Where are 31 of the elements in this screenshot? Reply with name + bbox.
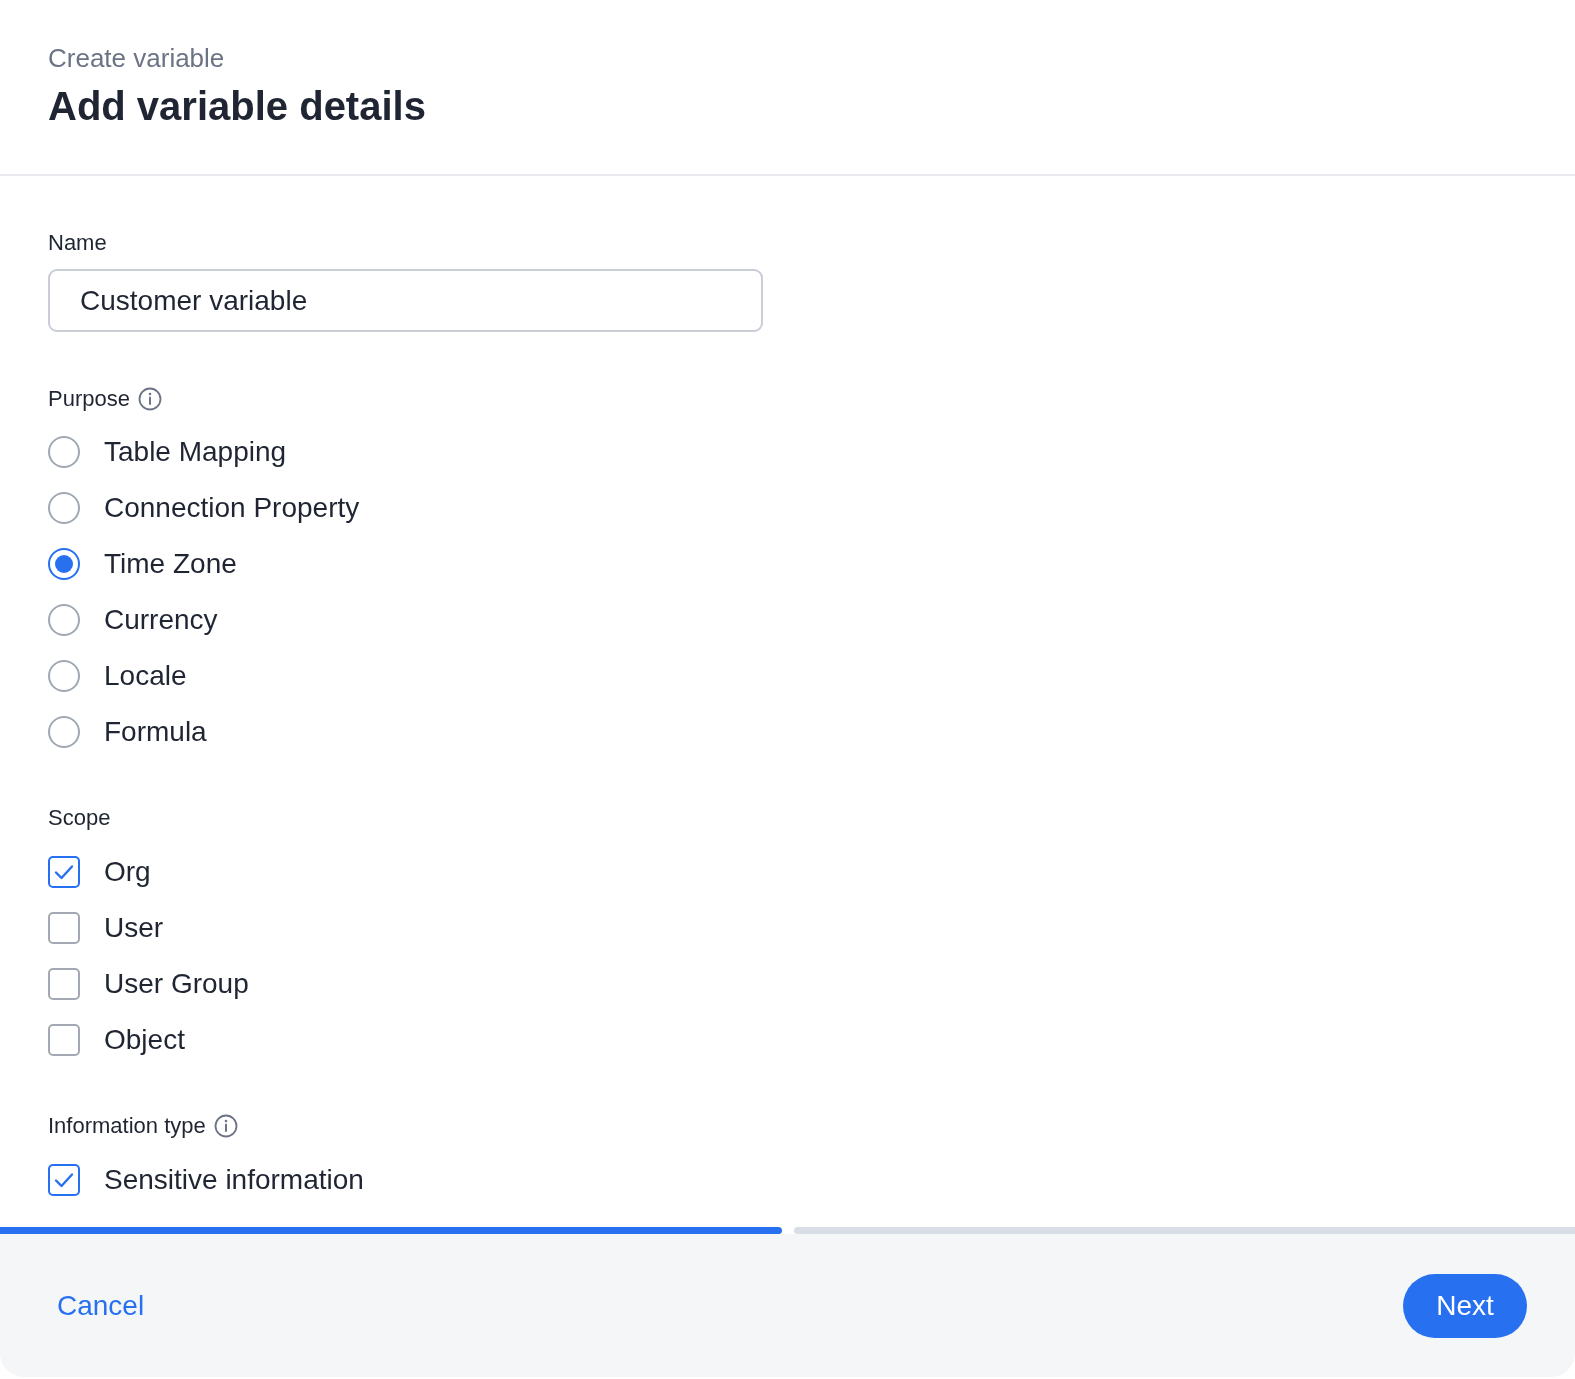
radio-label: Table Mapping (104, 435, 287, 469)
dialog-title: Add variable details (48, 84, 426, 128)
radio-button[interactable] (48, 492, 80, 524)
checkbox[interactable] (48, 856, 80, 888)
radio-button[interactable] (48, 660, 80, 692)
field-label: Information type (48, 1113, 206, 1139)
radio-button[interactable] (48, 604, 80, 636)
radio-label: Time Zone (104, 547, 237, 581)
checkbox[interactable] (48, 1024, 80, 1056)
radio-button[interactable] (48, 548, 80, 580)
field-label: Purpose (48, 386, 130, 412)
field-label: Name (48, 230, 107, 256)
checkbox-label: Org (104, 855, 151, 889)
checkbox-label: User Group (104, 967, 249, 1001)
radio-button[interactable] (48, 436, 80, 468)
checkbox-label: Sensitive information (104, 1163, 364, 1197)
radio-label: Connection Property (104, 491, 360, 525)
checkbox-label: Object (104, 1023, 185, 1057)
dialog-subtitle: Create variable (48, 43, 225, 73)
radio-button[interactable] (48, 716, 80, 748)
radio-label: Locale (104, 659, 187, 693)
checkbox[interactable] (48, 1164, 80, 1196)
checkbox-label: User (104, 911, 164, 945)
radio-label: Currency (104, 603, 218, 637)
next-button[interactable]: Next (1403, 1273, 1527, 1338)
name-input[interactable]: Customer variable (48, 269, 763, 332)
field-label: Scope (48, 805, 111, 831)
checkbox[interactable] (48, 968, 80, 1000)
radio-label: Formula (104, 715, 207, 749)
checkbox[interactable] (48, 912, 80, 944)
cancel-link[interactable]: Cancel (57, 1288, 145, 1323)
